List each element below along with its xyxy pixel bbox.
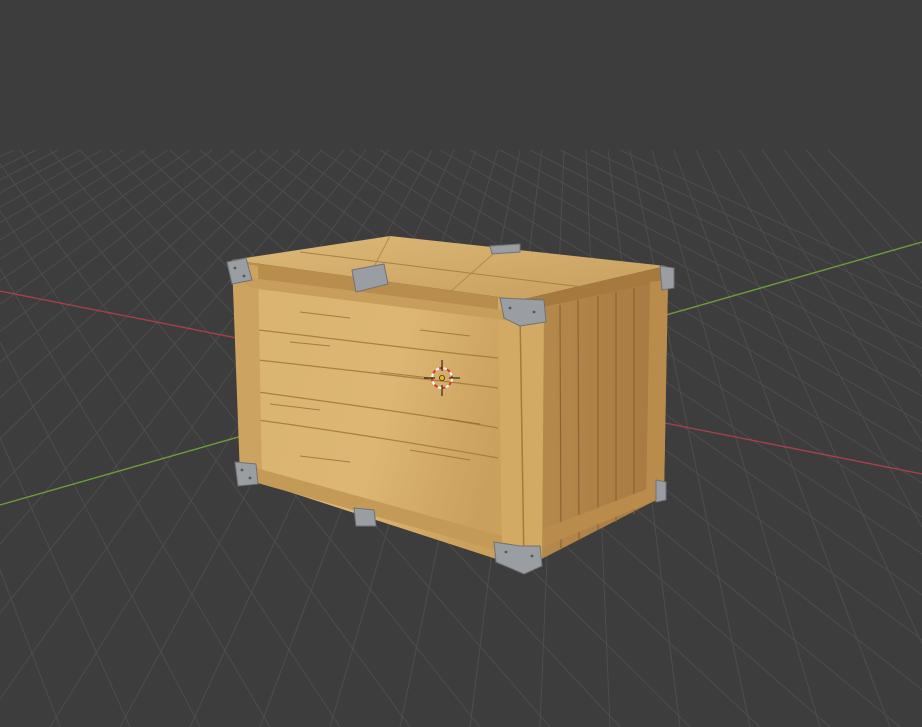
bracket-top-right-back <box>659 265 675 291</box>
crate-front-face <box>236 276 524 568</box>
bracket-bottom-right-back <box>655 479 667 503</box>
bracket-bottom-right-front <box>493 541 543 575</box>
3d-viewport[interactable] <box>0 0 922 727</box>
bracket-bottom-left <box>234 461 259 487</box>
bracket-top-back <box>489 243 521 255</box>
wooden-crate-object[interactable] <box>226 235 675 575</box>
bracket-bottom-mid <box>353 507 377 527</box>
front-frame-left <box>232 262 262 484</box>
